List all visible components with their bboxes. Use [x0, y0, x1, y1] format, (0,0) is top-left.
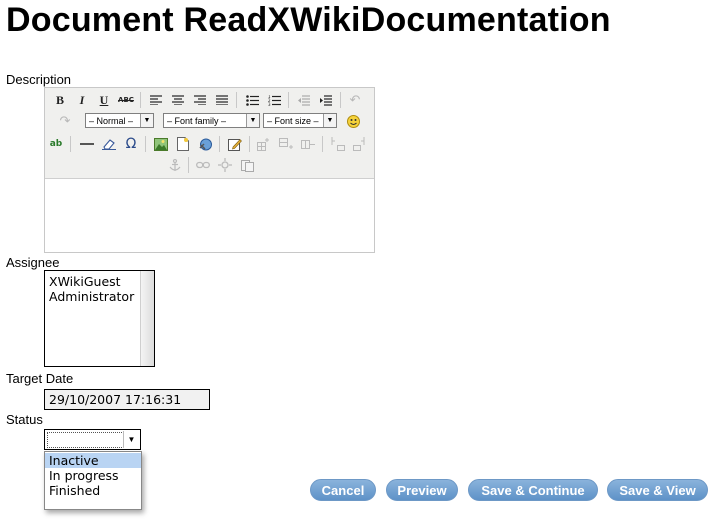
- page-title: Document ReadXWikiDocumentation: [6, 1, 611, 39]
- toolbar-separator: [188, 157, 189, 173]
- assignee-listbox[interactable]: XWikiGuest Administrator: [44, 270, 155, 367]
- table-split-icon[interactable]: [328, 134, 348, 154]
- status-select[interactable]: ▼: [44, 429, 141, 450]
- toolbar-separator: [236, 92, 237, 108]
- font-size-select-value: – Font size –: [267, 116, 319, 126]
- assignee-option[interactable]: XWikiGuest: [45, 271, 154, 289]
- edit-source-icon[interactable]: [225, 134, 245, 154]
- align-right-icon[interactable]: [190, 90, 210, 110]
- font-family-select[interactable]: – Font family – ▼: [163, 113, 260, 128]
- italic-button[interactable]: I: [72, 90, 92, 110]
- redo-icon[interactable]: ↷: [55, 111, 75, 131]
- assignee-label: Assignee: [6, 255, 60, 270]
- align-justify-icon[interactable]: [212, 90, 232, 110]
- eraser-icon[interactable]: [99, 134, 119, 154]
- underline-button[interactable]: U: [94, 90, 114, 110]
- font-family-select-value: – Font family –: [167, 116, 227, 126]
- toolbar-separator: [145, 136, 146, 152]
- special-character-icon[interactable]: Ω: [121, 134, 141, 154]
- toolbar-separator: [140, 92, 141, 108]
- strikethrough-button[interactable]: ABC: [116, 90, 136, 110]
- unlink-icon[interactable]: [215, 155, 235, 175]
- link-icon[interactable]: [193, 155, 213, 175]
- bold-button[interactable]: B: [50, 90, 70, 110]
- insert-link-icon[interactable]: [195, 134, 215, 154]
- target-date-label: Target Date: [6, 371, 74, 386]
- status-option-inactive[interactable]: Inactive: [45, 453, 141, 468]
- undo-icon[interactable]: ↶: [345, 90, 365, 110]
- toolbar-separator: [219, 136, 220, 152]
- status-option-finished[interactable]: Finished: [45, 483, 141, 498]
- description-label: Description: [6, 72, 72, 87]
- align-left-icon[interactable]: [146, 90, 166, 110]
- table-merge-icon[interactable]: [350, 134, 370, 154]
- chevron-down-icon: ▼: [123, 431, 139, 448]
- anchor-icon[interactable]: [165, 155, 185, 175]
- format-select[interactable]: – Normal – ▼: [85, 113, 154, 128]
- assignee-option[interactable]: Administrator: [45, 289, 154, 304]
- cancel-button[interactable]: Cancel: [310, 479, 376, 501]
- toolbar-separator: [288, 92, 289, 108]
- font-size-select[interactable]: – Font size – ▼: [263, 113, 337, 128]
- spellcheck-icon[interactable]: ab: [46, 134, 66, 154]
- chevron-down-icon: ▼: [140, 114, 153, 127]
- table-insert-icon[interactable]: [254, 134, 274, 154]
- chevron-down-icon: ▼: [323, 114, 336, 127]
- table-delete-icon[interactable]: [298, 134, 318, 154]
- save-continue-button[interactable]: Save & Continue: [468, 479, 598, 501]
- toolbar-separator: [340, 92, 341, 108]
- svg-text:3: 3: [268, 102, 271, 106]
- indent-icon[interactable]: [316, 90, 336, 110]
- outdent-icon[interactable]: [294, 90, 314, 110]
- status-option-in-progress[interactable]: In progress: [45, 468, 141, 483]
- numbered-list-icon[interactable]: 123: [264, 90, 284, 110]
- save-view-button[interactable]: Save & View: [607, 479, 708, 501]
- bullet-list-icon[interactable]: [242, 90, 262, 110]
- toolbar-separator: [249, 136, 250, 152]
- status-label: Status: [6, 412, 43, 427]
- toolbar-separator: [322, 136, 323, 152]
- horizontal-rule-icon[interactable]: [77, 134, 97, 154]
- status-dropdown: Inactive In progress Finished: [44, 451, 142, 510]
- preview-button[interactable]: Preview: [386, 479, 458, 501]
- emoticon-icon[interactable]: [343, 111, 363, 131]
- align-center-icon[interactable]: [168, 90, 188, 110]
- chevron-down-icon: ▼: [246, 114, 259, 127]
- toolbar-separator: [70, 136, 71, 152]
- listbox-scrollbar[interactable]: [140, 271, 154, 366]
- status-select-focus: [47, 432, 124, 448]
- insert-image-icon[interactable]: [151, 134, 171, 154]
- paste-icon[interactable]: [237, 155, 257, 175]
- target-date-input[interactable]: 29/10/2007 17:16:31: [44, 389, 210, 410]
- table-row-icon[interactable]: [276, 134, 296, 154]
- insert-page-icon[interactable]: [173, 134, 193, 154]
- format-select-value: – Normal –: [89, 116, 134, 126]
